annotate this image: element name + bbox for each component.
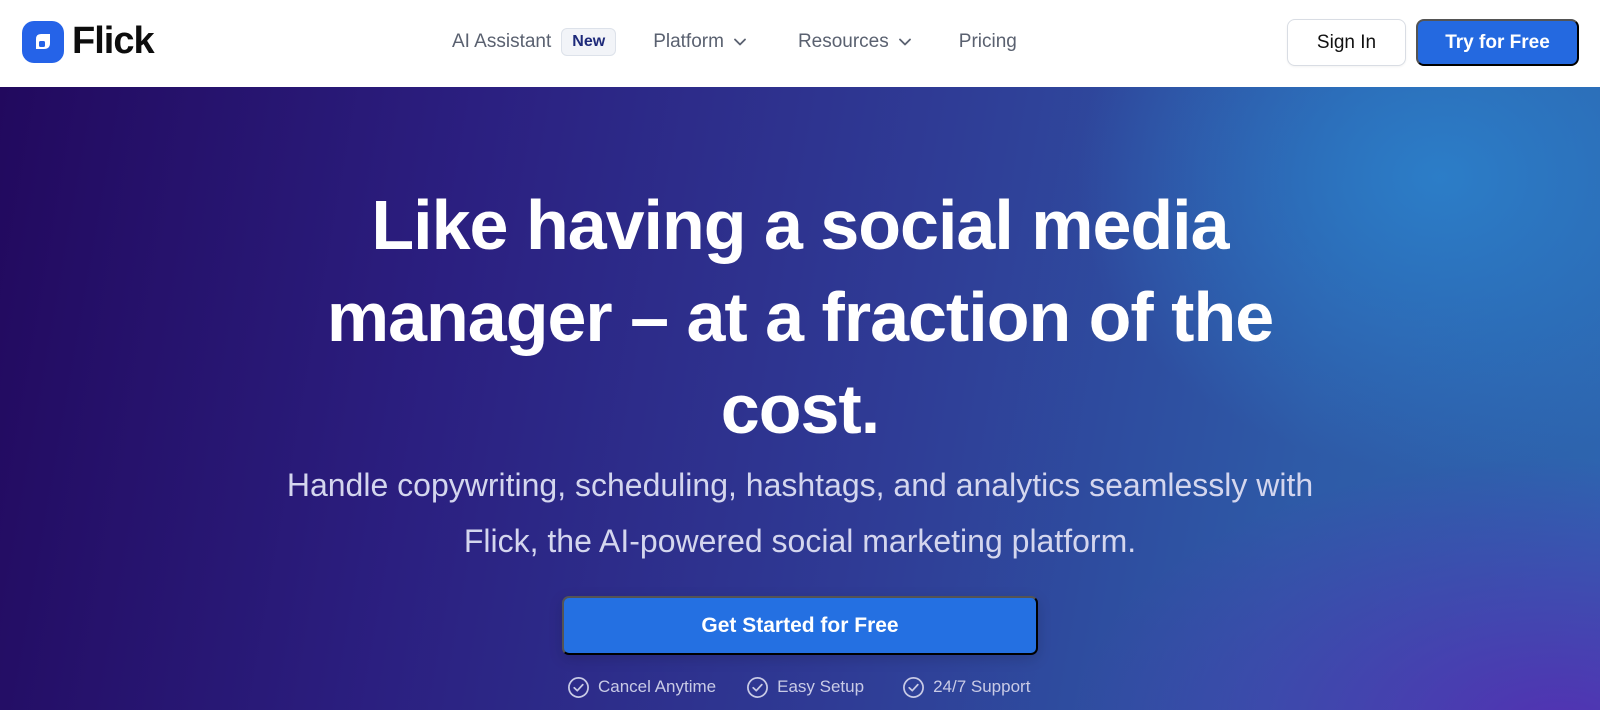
- feature-list: Cancel Anytime Easy Setup 24/7 Support: [567, 675, 1030, 699]
- check-circle-icon: [567, 676, 590, 699]
- navbar: Flick AI Assistant New Platform Resource…: [0, 0, 1600, 87]
- hero-section: Like having a social media manager – at …: [0, 87, 1600, 710]
- feature-label: 24/7 Support: [933, 677, 1031, 696]
- nav-resources[interactable]: Resources: [798, 31, 911, 53]
- new-badge: New: [561, 28, 617, 56]
- feature-label: Cancel Anytime: [598, 677, 717, 696]
- get-started-button[interactable]: Get Started for Free: [562, 596, 1038, 655]
- sign-in-button[interactable]: Sign In: [1287, 19, 1406, 66]
- chevron-down-icon: [734, 38, 746, 46]
- main-nav: AI Assistant New Platform Resources Pric…: [452, 27, 1017, 57]
- flick-logo-icon: [22, 20, 64, 63]
- nav-platform[interactable]: Platform: [653, 31, 746, 53]
- feature-item: Cancel Anytime: [567, 676, 716, 699]
- try-for-free-button[interactable]: Try for Free: [1416, 19, 1579, 66]
- flick-logo[interactable]: Flick: [22, 20, 155, 63]
- logo-text: Flick: [72, 20, 155, 62]
- feature-label: Easy Setup: [777, 677, 865, 696]
- nav-resources-label: Resources: [797, 31, 889, 52]
- hero-headline: Like having a social media manager – at …: [326, 186, 1274, 448]
- check-circle-icon: [902, 676, 925, 699]
- check-circle-icon: [746, 676, 769, 699]
- nav-platform-label: Platform: [653, 31, 724, 52]
- hero-subtext: Handle copywriting, scheduling, hashtags…: [286, 467, 1314, 559]
- nav-ai-assistant[interactable]: AI Assistant: [452, 31, 551, 53]
- nav-pricing[interactable]: Pricing: [959, 31, 1017, 53]
- feature-item: 24/7 Support: [902, 676, 1030, 699]
- chevron-down-icon: [898, 38, 911, 46]
- feature-item: Easy Setup: [746, 676, 864, 699]
